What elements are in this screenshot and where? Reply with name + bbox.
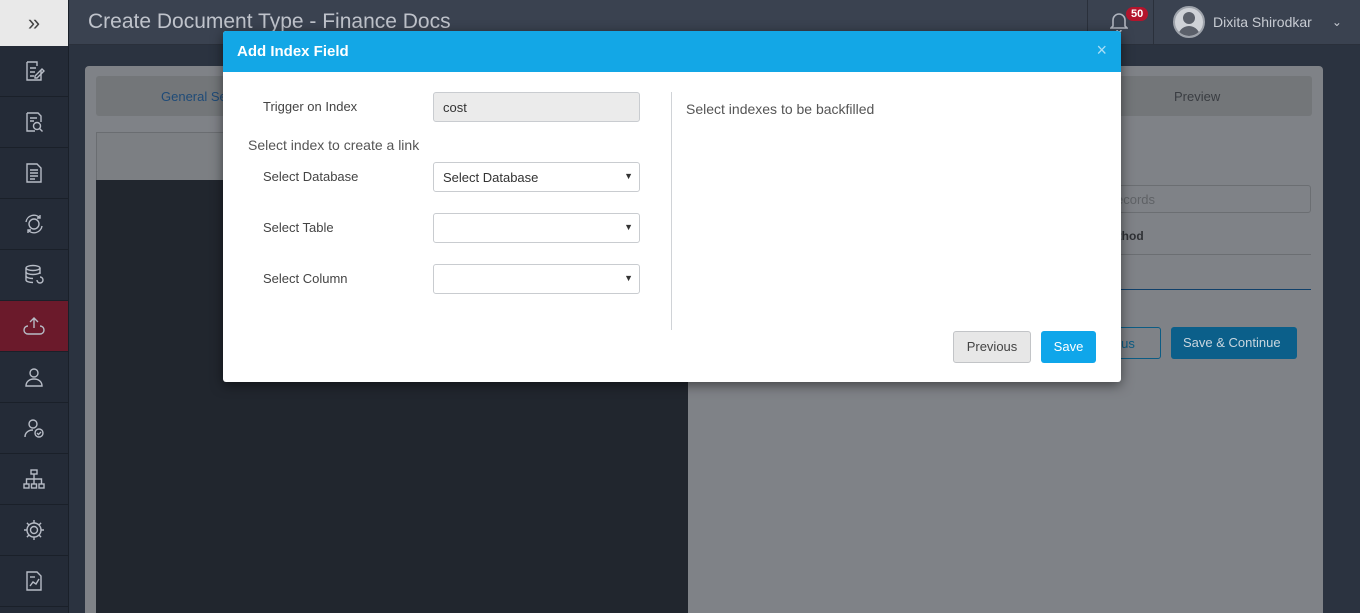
report-icon: [26, 571, 42, 591]
trigger-index-field: cost: [433, 92, 640, 122]
save-continue-button[interactable]: Save & Continue: [1171, 327, 1297, 359]
trigger-index-label: Trigger on Index: [263, 99, 358, 114]
tab-preview[interactable]: Preview: [1174, 89, 1220, 104]
previous-button[interactable]: Previous: [953, 331, 1031, 363]
sidebar-item-upload[interactable]: [0, 301, 68, 352]
sidebar-item-user-check[interactable]: [0, 403, 68, 454]
search-document-icon: [26, 112, 43, 132]
upload-icon: [23, 317, 45, 335]
avatar: [1173, 6, 1205, 38]
sidebar-item-settings[interactable]: [0, 505, 68, 556]
chevron-down-icon: ⌄: [1331, 15, 1342, 29]
database-label: Select Database: [263, 169, 359, 184]
panel-header: [96, 132, 236, 180]
caret-down-icon: ▼: [624, 222, 633, 232]
close-icon[interactable]: ×: [1096, 40, 1107, 61]
user-check-icon: [24, 419, 44, 438]
gear-icon: [24, 520, 44, 540]
modal-header: Add Index Field ×: [223, 31, 1121, 72]
link-section-label: Select index to create a link: [248, 137, 420, 153]
caret-down-icon: ▼: [624, 273, 633, 283]
caret-down-icon: ▼: [624, 171, 633, 181]
backfill-label: Select indexes to be backfilled: [686, 101, 875, 117]
modal-title: Add Index Field: [237, 43, 349, 60]
sidebar-item-hierarchy[interactable]: [0, 454, 68, 505]
database-icon: [25, 264, 44, 284]
user-icon: [25, 368, 43, 387]
user-menu[interactable]: Dixita Shirodkar ⌄: [1173, 6, 1342, 38]
user-name: Dixita Shirodkar: [1213, 14, 1312, 30]
sidebar-item-report[interactable]: [0, 556, 68, 607]
search-records-input[interactable]: ecords: [1095, 185, 1311, 213]
divider: [1095, 289, 1311, 290]
notification-badge: 50: [1126, 7, 1149, 21]
database-select-value: Select Database: [443, 170, 539, 185]
hierarchy-icon: [23, 469, 45, 489]
modal-divider: [671, 92, 672, 330]
sidebar-item-user[interactable]: [0, 352, 68, 403]
sidebar-item-database[interactable]: [0, 250, 68, 301]
table-select[interactable]: ▼: [433, 213, 640, 243]
tab-general-settings[interactable]: General Se: [161, 89, 227, 104]
sidebar-item-document[interactable]: [0, 148, 68, 199]
column-header-method: ethod: [1095, 219, 1311, 255]
column-select[interactable]: ▼: [433, 264, 640, 294]
table-label: Select Table: [263, 220, 334, 235]
document-icon: [26, 163, 42, 183]
column-label: Select Column: [263, 271, 348, 286]
sync-icon: [25, 214, 43, 234]
save-button[interactable]: Save: [1041, 331, 1096, 363]
sidebar-item-search-document[interactable]: [0, 97, 68, 148]
edit-document-icon: [26, 61, 45, 81]
sidebar-item-edit-document[interactable]: [0, 46, 68, 97]
sidebar-item-sync[interactable]: [0, 199, 68, 250]
sidebar: »: [0, 0, 69, 613]
database-select[interactable]: Select Database ▼: [433, 162, 640, 192]
add-index-field-modal: Add Index Field × Trigger on Index cost …: [223, 31, 1121, 382]
expand-sidebar-icon[interactable]: »: [0, 0, 68, 46]
